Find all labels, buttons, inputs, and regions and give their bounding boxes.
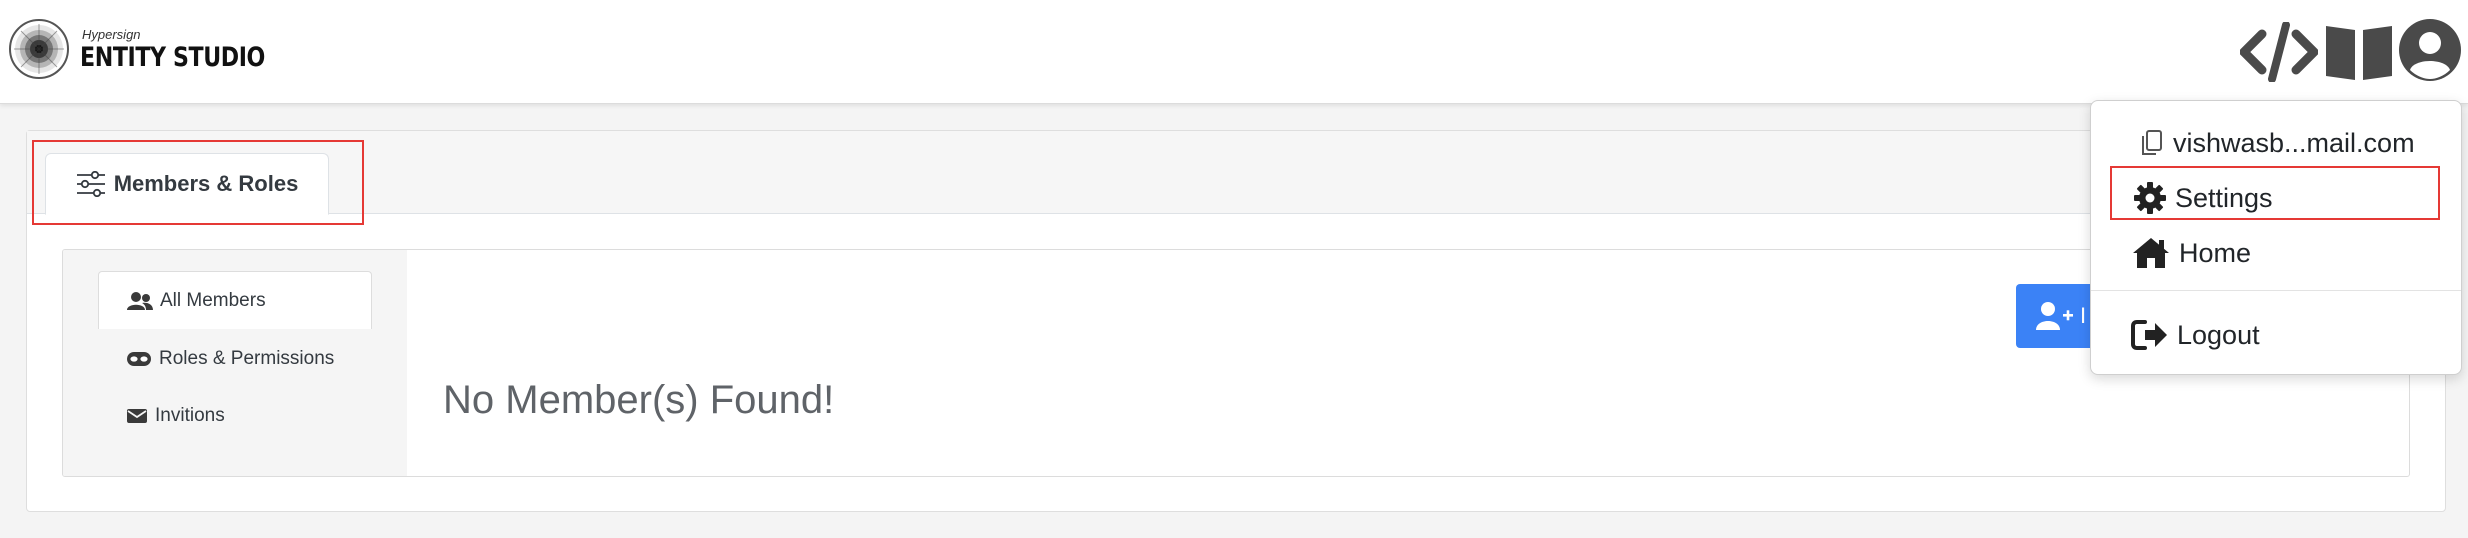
members-sidebar: All Members Roles & Permissions Invition… <box>63 250 407 476</box>
empty-state-message: No Member(s) Found! <box>443 378 835 422</box>
code-icon[interactable] <box>2240 22 2318 82</box>
users-icon <box>127 291 153 310</box>
tab-highlight-box <box>32 140 364 225</box>
sidebar-item-label: Roles & Permissions <box>159 348 335 369</box>
members-panel: All Members Roles & Permissions Invition… <box>62 249 2410 477</box>
brand-title: ENTITY STUDIO <box>80 41 265 73</box>
home-icon <box>2133 238 2169 268</box>
top-navbar: Hypersign ENTITY STUDIO <box>0 0 2468 104</box>
logout-icon <box>2131 320 2167 350</box>
user-dropdown-menu: vishwasb...mail.com Settings Home Logout <box>2090 100 2462 375</box>
brand-subtitle: Hypersign <box>82 26 141 42</box>
copy-icon <box>2142 130 2162 155</box>
dropdown-home-label: Home <box>2179 237 2252 268</box>
dropdown-item-logout[interactable]: Logout <box>2131 313 2260 357</box>
invite-button-label: I <box>2080 303 2087 328</box>
tab-bar: Members & Roles <box>27 131 2445 215</box>
dropdown-item-email[interactable]: vishwasb...mail.com <box>2139 123 2415 163</box>
dropdown-logout-label: Logout <box>2177 319 2260 350</box>
book-icon[interactable] <box>2324 22 2394 82</box>
sidebar-item-invitions[interactable]: Invitions <box>126 401 225 431</box>
dropdown-email-label: vishwasb...mail.com <box>2173 127 2415 158</box>
sidebar-item-label: All Members <box>160 289 266 311</box>
settings-highlight-box <box>2110 166 2440 220</box>
dropdown-item-home[interactable]: Home <box>2131 231 2251 275</box>
envelope-icon <box>127 409 147 423</box>
brand[interactable]: Hypersign ENTITY STUDIO <box>8 18 306 80</box>
dropdown-divider <box>2091 290 2461 291</box>
hypersign-logo-icon <box>9 19 69 79</box>
user-circle-icon[interactable] <box>2398 18 2462 82</box>
members-card: Members & Roles All Members Roles & Perm… <box>26 130 2446 512</box>
user-plus-icon <box>2036 302 2073 330</box>
sidebar-item-label: Invitions <box>155 405 225 426</box>
sidebar-item-all-members[interactable]: All Members <box>98 271 372 329</box>
sidebar-item-roles-permissions[interactable]: Roles & Permissions <box>126 344 334 374</box>
mask-icon <box>127 352 151 366</box>
